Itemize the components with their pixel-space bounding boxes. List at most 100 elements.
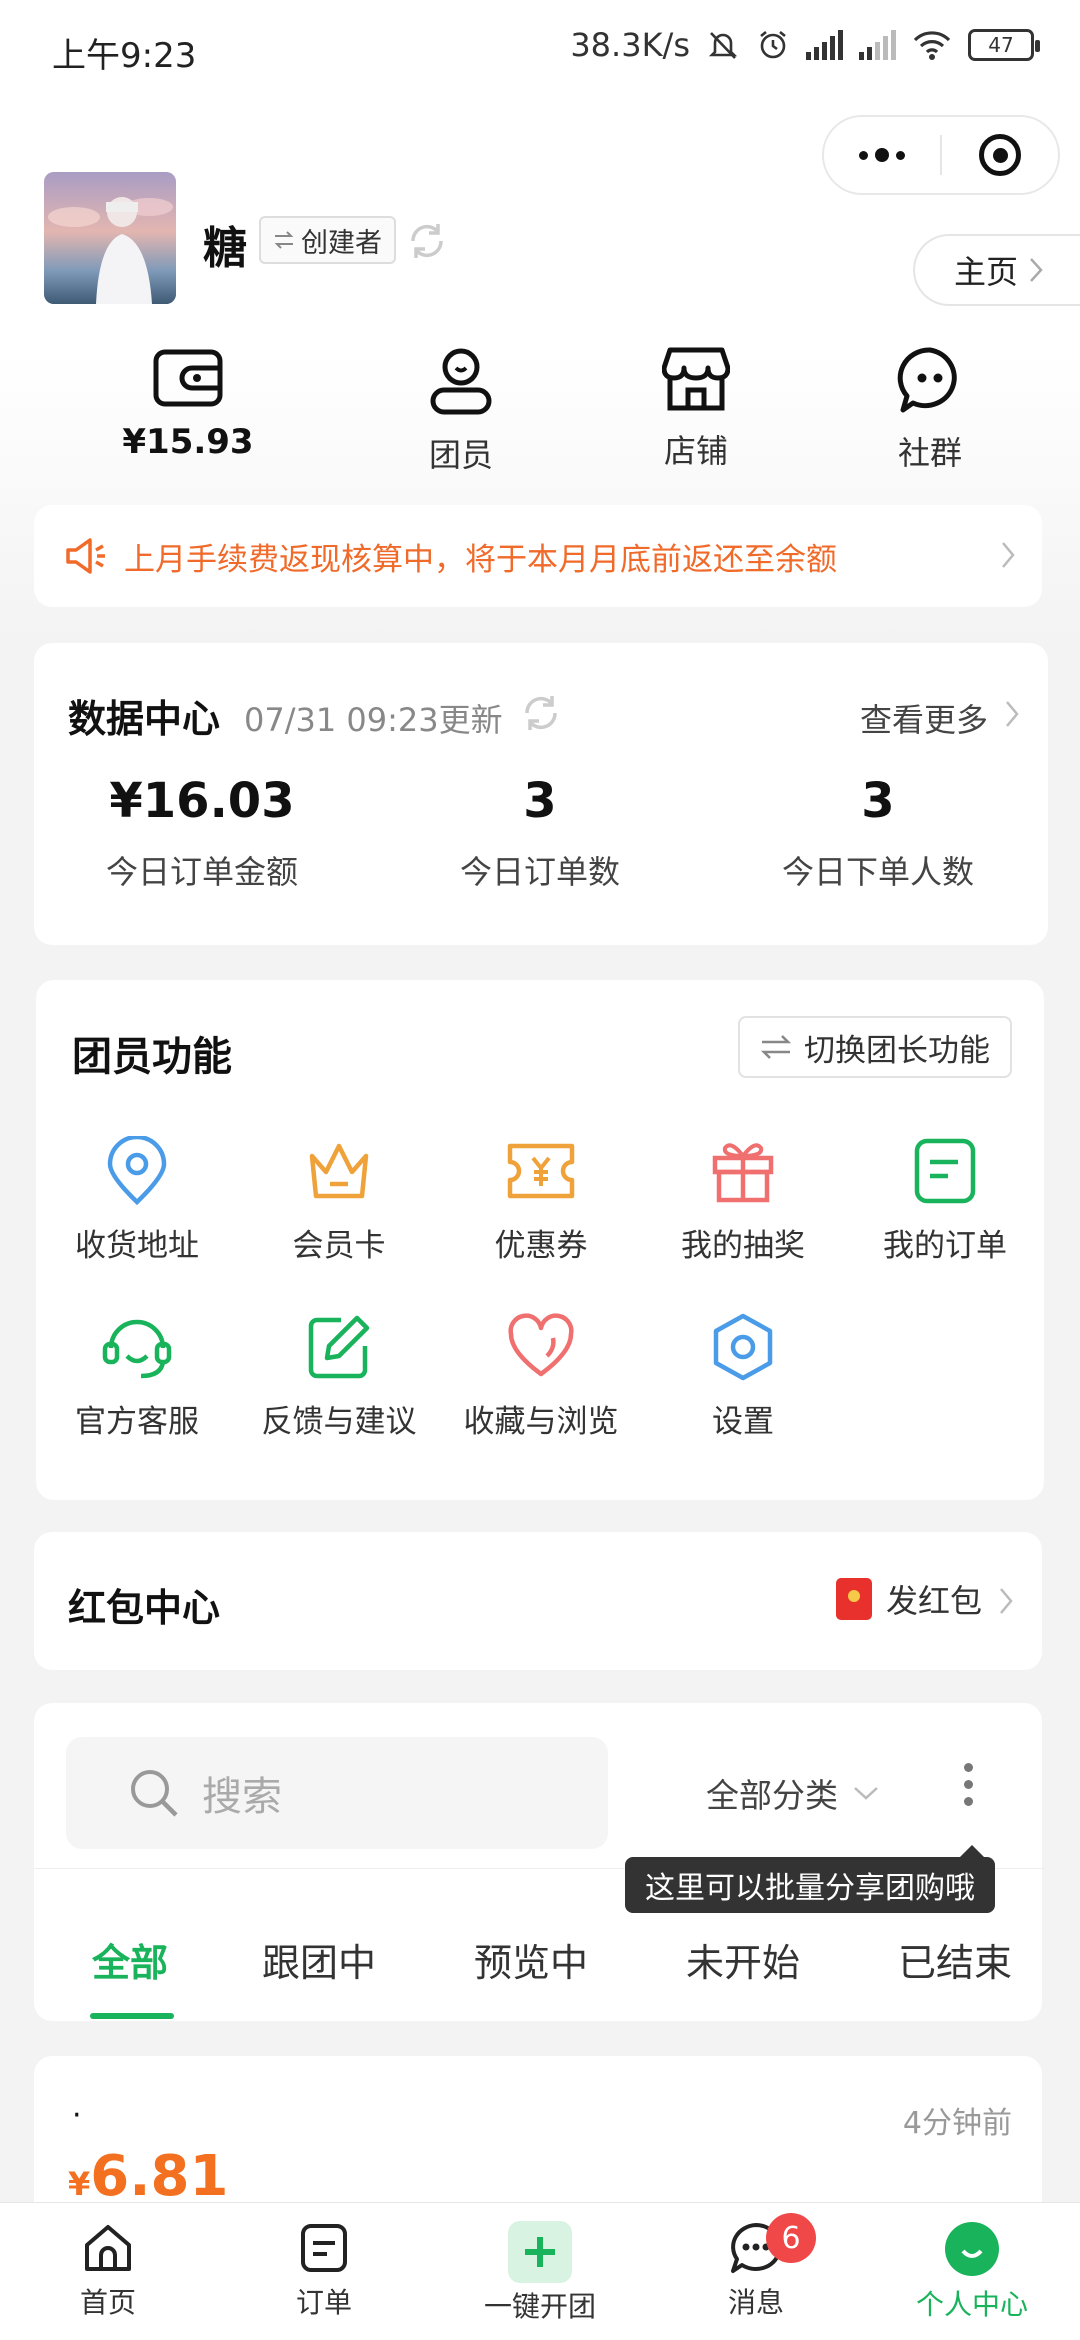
nav-label: 消息	[727, 2286, 784, 2319]
hexagon-settings-icon	[713, 1313, 773, 1381]
fn-label: 收藏与浏览	[463, 1404, 619, 1440]
signal-weak-icon	[859, 30, 896, 60]
more-menu-button[interactable]	[824, 117, 940, 193]
chevron-right-icon	[1030, 258, 1043, 282]
tab-preview[interactable]: 预览中	[474, 1932, 588, 1987]
nav-orders[interactable]: 订单	[216, 2203, 432, 2340]
tab-all[interactable]: 全部	[92, 1932, 168, 1987]
profile-smile-icon	[945, 2222, 999, 2276]
item-title: ·	[72, 2098, 82, 2133]
quick-wallet[interactable]: ¥15.93	[88, 346, 288, 462]
stat-value: ¥16.03	[109, 773, 295, 829]
nav-label: 首页	[79, 2286, 136, 2319]
red-packet-card: 红包中心 发红包	[34, 1532, 1042, 1670]
nav-messages[interactable]: 6 消息	[648, 2203, 864, 2340]
status-time: 上午9:23	[52, 36, 197, 76]
active-tab-indicator	[90, 2013, 174, 2019]
item-price: ¥6.81	[68, 2144, 228, 2209]
chat-bubble-icon	[897, 347, 957, 413]
home-button[interactable]: 主页	[913, 234, 1080, 306]
stat-today-amount[interactable]: ¥16.03 今日订单金额	[42, 773, 362, 893]
headset-icon	[102, 1319, 172, 1379]
refresh-icon[interactable]	[404, 218, 450, 264]
nav-profile[interactable]: 个人中心	[864, 2203, 1080, 2340]
fn-label: 反馈与建议	[261, 1404, 417, 1440]
red-packet-title: 红包中心	[68, 1586, 221, 1630]
send-red-packet-button[interactable]: 发红包	[835, 1576, 982, 1622]
role-switch-tag[interactable]: 创建者	[259, 216, 396, 264]
stat-today-orders[interactable]: 3 今日订单数	[380, 773, 700, 893]
battery-icon: 47	[968, 29, 1040, 61]
fn-coupon[interactable]: 优惠券	[440, 1136, 642, 1265]
username: 糖	[203, 223, 247, 274]
unread-badge: 6	[766, 2213, 816, 2263]
nav-home[interactable]: 首页	[0, 2203, 216, 2340]
search-input[interactable]: 搜索	[66, 1737, 608, 1849]
edit-icon	[308, 1315, 370, 1379]
fn-label: 我的订单	[883, 1228, 1007, 1264]
stat-today-buyers[interactable]: 3 今日下单人数	[718, 773, 1038, 893]
wallet-icon	[153, 349, 223, 407]
chevron-down-icon	[854, 1787, 878, 1800]
category-dropdown[interactable]: 全部分类	[706, 1769, 880, 1817]
data-center-card: 数据中心 07/31 09:23更新 查看更多 ¥16.03 今日订单金额 3 …	[34, 643, 1048, 945]
stat-value: 3	[861, 773, 895, 829]
fn-my-orders[interactable]: 我的订单	[844, 1136, 1046, 1265]
swap-icon	[760, 1035, 792, 1059]
fn-address[interactable]: 收货地址	[36, 1136, 238, 1265]
rebate-notice[interactable]: 上月手续费返现核算中，将于本月月底前返还至余额	[34, 505, 1042, 607]
store-icon	[662, 347, 730, 411]
status-icons: 38.3K/s 47	[570, 26, 1040, 64]
switch-leader-label: 切换团长功能	[804, 1032, 990, 1069]
plus-icon	[508, 2221, 572, 2283]
price-value: 6.81	[90, 2144, 229, 2209]
fn-lottery[interactable]: 我的抽奖	[642, 1136, 844, 1265]
user-icon	[430, 348, 492, 415]
nav-quick-start[interactable]: 一键开团	[432, 2203, 648, 2340]
batch-share-tooltip: 这里可以批量分享团购哦	[625, 1845, 995, 1913]
nav-label: 一键开团	[483, 2290, 596, 2323]
data-center-title: 数据中心	[68, 697, 221, 741]
chevron-right-icon	[1002, 542, 1015, 568]
red-envelope-icon	[835, 1578, 872, 1620]
quick-members[interactable]: 团员	[361, 346, 561, 476]
wifi-icon	[913, 31, 951, 60]
stat-value: 3	[523, 773, 557, 829]
swap-icon	[274, 231, 294, 249]
chevron-right-icon	[1006, 701, 1019, 727]
refresh-icon[interactable]	[518, 690, 564, 736]
avatar[interactable]	[44, 172, 176, 304]
fn-favorites[interactable]: 收藏与浏览	[440, 1312, 642, 1441]
more-dots-icon	[859, 148, 905, 162]
order-icon	[301, 2224, 347, 2272]
view-more-link[interactable]: 查看更多	[860, 695, 988, 741]
quick-community[interactable]: 社群	[830, 346, 1030, 474]
fn-label: 优惠券	[494, 1228, 588, 1264]
item-time: 4分钟前	[902, 2106, 1012, 2141]
fn-customer-service[interactable]: 官方客服	[36, 1312, 238, 1441]
miniprogram-capsule	[822, 115, 1060, 195]
alarm-icon	[760, 30, 786, 59]
home-button-label: 主页	[953, 253, 1018, 291]
tab-ongoing[interactable]: 跟团中	[262, 1932, 376, 1987]
fn-settings[interactable]: 设置	[642, 1312, 844, 1441]
fn-feedback[interactable]: 反馈与建议	[238, 1312, 440, 1441]
more-options-button[interactable]	[964, 1763, 973, 1806]
send-red-packet-label: 发红包	[885, 1582, 982, 1620]
fn-member-card[interactable]: 会员卡	[238, 1136, 440, 1265]
quick-community-label: 社群	[897, 434, 962, 472]
stat-label: 今日订单金额	[105, 853, 298, 891]
data-center-updated: 07/31 09:23更新	[244, 701, 503, 739]
nav-label: 订单	[295, 2286, 352, 2319]
quick-store[interactable]: 店铺	[596, 346, 796, 472]
signal-icon	[806, 30, 843, 60]
switch-leader-button[interactable]: 切换团长功能	[738, 1016, 1012, 1078]
tab-ended[interactable]: 已结束	[898, 1932, 1012, 1987]
price-currency: ¥	[68, 2165, 91, 2203]
speaker-icon	[66, 538, 105, 574]
close-miniprogram-button[interactable]	[942, 117, 1058, 193]
heart-icon	[508, 1313, 574, 1377]
fn-label: 我的抽奖	[681, 1228, 805, 1264]
stat-label: 今日订单数	[459, 853, 620, 891]
tab-not-started[interactable]: 未开始	[686, 1932, 800, 1987]
